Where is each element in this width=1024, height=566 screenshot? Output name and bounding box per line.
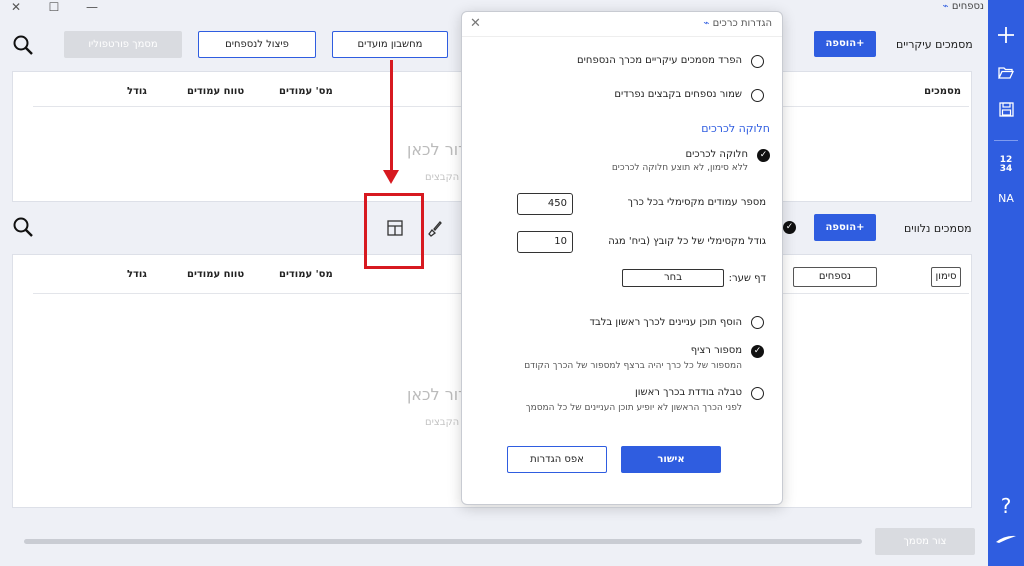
save-separate-label: שמור נספחים בקבצים נפרדים <box>614 89 742 100</box>
portfolio-document-button[interactable]: מסמך פורטפוליו <box>64 31 182 58</box>
toc-first-volume-radio[interactable] <box>751 316 764 329</box>
separate-main-radio[interactable] <box>751 55 764 68</box>
volumes-section-heading: חלוקה לכרכים <box>701 122 770 135</box>
max-pages-input[interactable]: 450 <box>517 193 573 215</box>
max-size-label: גודל מקסימלי של כל קובץ (ביח' מגה <box>608 236 766 247</box>
appendices-tag[interactable]: נספחים <box>793 267 877 287</box>
maximize-window-button[interactable]: ☐ <box>44 0 64 16</box>
deadline-calculator-button[interactable]: מחשבון מועדים <box>332 31 448 58</box>
brand-logo-icon <box>988 534 1024 547</box>
minimize-window-button[interactable]: — <box>82 0 102 16</box>
confirm-button[interactable]: אישור <box>621 446 721 473</box>
marker-tag[interactable]: סימון <box>931 267 961 287</box>
app-title-text: נספחים <box>951 1 984 12</box>
toc-first-volume-label: הוסף תוכן עניינים לכרך ראשון בלבד <box>589 317 742 328</box>
app-logo-icon: ⌁ <box>942 1 949 12</box>
supporting-check-icon[interactable]: ✓ <box>783 221 796 234</box>
annotation-highlight-box <box>364 193 424 269</box>
drop-zone-subtext: הקבצים <box>425 172 460 183</box>
annotation-arrow-head <box>383 170 399 184</box>
drop-zone-subtext-2: הקבצים <box>425 417 460 428</box>
drop-zone-text: דור לכאן <box>407 140 467 159</box>
dialog-title-divider <box>462 36 782 37</box>
add-supporting-document-button[interactable]: הוספה+ <box>814 214 876 241</box>
sidebar-divider <box>994 140 1018 141</box>
language-icon[interactable]: NA <box>988 192 1024 205</box>
add-main-document-button[interactable]: הוספה+ <box>814 31 876 57</box>
folder-open-icon[interactable] <box>988 66 1024 83</box>
dialog-title-text: הגדרות כרכים <box>712 18 772 29</box>
split-volumes-check[interactable]: ✓ <box>757 149 770 162</box>
save-icon[interactable] <box>988 102 1024 120</box>
single-table-radio[interactable] <box>751 387 764 400</box>
right-sidebar: 12 34 NA ? <box>988 0 1024 566</box>
split-appendices-button[interactable]: פיצול לנספחים <box>198 31 316 58</box>
continuous-numbering-check[interactable]: ✓ <box>751 345 764 358</box>
search-icon[interactable] <box>12 34 34 56</box>
column-header-page-count-2: מס' עמודים <box>279 269 333 280</box>
volume-settings-dialog: הגדרות כרכים ⌁ ✕ הפרד מסמכים עיקריים מכר… <box>461 11 783 505</box>
main-documents-label: מסמכים עיקריים <box>896 38 973 51</box>
horizontal-scrollbar[interactable] <box>24 539 862 544</box>
reset-settings-button[interactable]: אפס הגדרות <box>507 446 607 473</box>
column-header-page-range-2: טווח עמודים <box>187 269 245 280</box>
single-table-label: טבלה בודדת בכרך ראשון <box>635 387 742 398</box>
column-header-size: גודל <box>127 86 147 97</box>
dialog-title: הגדרות כרכים ⌁ <box>700 18 772 29</box>
app-title: נספחים ⌁ <box>940 1 984 12</box>
cover-page-label: דף שער: <box>728 273 766 284</box>
create-document-button[interactable]: צור מסמך <box>875 528 975 555</box>
drop-zone-text-2: דור לכאן <box>407 385 467 404</box>
column-header-page-count: מס' עמודים <box>279 86 333 97</box>
annotation-arrow-line <box>390 60 393 172</box>
continuous-numbering-sublabel: המספור של כל כרך יהיה ברצף למספור של הכר… <box>524 361 742 371</box>
supporting-documents-label: מסמכים נלווים <box>904 222 972 235</box>
continuous-numbering-label: מספור רציף <box>690 345 742 356</box>
numbering-icon[interactable]: 12 34 <box>988 156 1024 174</box>
cover-page-select[interactable]: בחר <box>622 269 724 287</box>
help-icon[interactable]: ? <box>988 494 1024 518</box>
dialog-close-icon[interactable]: ✕ <box>470 16 481 31</box>
max-pages-label: מספר עמודים מקסימלי בכל כרך <box>627 197 766 208</box>
column-header-size-2: גודל <box>127 269 147 280</box>
column-header-documents: מסמכים <box>924 86 961 97</box>
save-separate-radio[interactable] <box>751 89 764 102</box>
single-table-sublabel: לפני הכרך הראשון לא יופיע תוכן העניינים … <box>525 403 742 413</box>
brush-icon[interactable] <box>425 219 443 237</box>
split-volumes-sublabel: ללא סימון, לא תוצע חלוקה לכרכים <box>611 163 748 173</box>
max-size-input[interactable]: 10 <box>517 231 573 253</box>
add-icon[interactable] <box>988 26 1024 47</box>
separate-main-label: הפרד מסמכים עיקריים מכרך הנספחים <box>577 55 742 66</box>
split-volumes-label: חלוקה לכרכים <box>685 149 748 160</box>
column-header-page-range: טווח עמודים <box>187 86 245 97</box>
dialog-logo-icon: ⌁ <box>703 18 710 29</box>
close-window-button[interactable]: ✕ <box>6 0 26 16</box>
search-icon-bottom[interactable] <box>12 216 34 238</box>
